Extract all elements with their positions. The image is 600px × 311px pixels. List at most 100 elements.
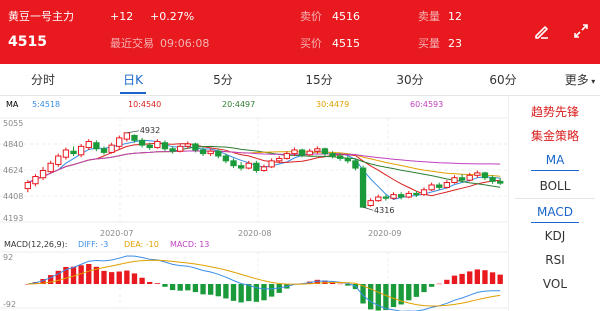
candle-body bbox=[39, 169, 47, 179]
chart-grid bbox=[0, 117, 508, 309]
indicator-kdj[interactable]: KDJ bbox=[509, 228, 600, 244]
candle-body bbox=[24, 182, 31, 190]
chevron-down-icon: ▾ bbox=[588, 77, 596, 86]
candle-body bbox=[123, 132, 131, 140]
candle-body bbox=[474, 172, 481, 176]
tab-more-label: 更多 bbox=[564, 73, 589, 87]
macd-bar bbox=[436, 283, 442, 285]
candle-body bbox=[397, 194, 405, 198]
candle-body bbox=[382, 196, 390, 199]
candle-body bbox=[298, 149, 306, 156]
candle-body bbox=[428, 184, 435, 191]
candle-body bbox=[146, 144, 153, 149]
indicator-boll[interactable]: BOLL bbox=[509, 178, 600, 194]
strategy-trend-pioneer[interactable]: 趋势先锋 bbox=[509, 104, 600, 120]
macd-bar bbox=[185, 284, 191, 291]
high-marker-label: 4932 bbox=[140, 126, 160, 135]
candle-body bbox=[337, 155, 344, 159]
candle-body bbox=[230, 160, 237, 167]
macd-bar bbox=[131, 273, 138, 284]
last-price: 4515 bbox=[8, 34, 47, 50]
macd-legend-title: MACD(12,26,9): bbox=[4, 240, 68, 249]
macd-bar bbox=[192, 284, 199, 293]
macd-y-tick-label: -92 bbox=[3, 300, 16, 309]
indicator-vol[interactable]: VOL bbox=[509, 276, 600, 292]
y-tick-label: 4193 bbox=[3, 214, 23, 223]
macd-bar bbox=[246, 284, 252, 302]
macd-bar bbox=[215, 284, 221, 297]
macd-bar bbox=[497, 274, 503, 284]
last-trade-time: 09:06:08 bbox=[160, 37, 210, 50]
macd-bar bbox=[154, 283, 160, 284]
macd-bar bbox=[86, 263, 92, 284]
candle-body bbox=[154, 141, 161, 149]
candle-body bbox=[116, 137, 123, 147]
candle-body bbox=[497, 180, 504, 184]
sell-volume-label: 卖量 bbox=[418, 10, 440, 23]
macd-bar bbox=[421, 284, 427, 293]
candle-body bbox=[314, 148, 321, 152]
tab-daily-k[interactable]: 日K bbox=[108, 72, 158, 88]
tab-more[interactable]: 更多 ▾ bbox=[555, 72, 600, 90]
candle-body bbox=[260, 166, 268, 171]
low-marker-label: 4316 bbox=[374, 206, 394, 215]
candle-body bbox=[245, 162, 252, 169]
candle-body bbox=[276, 157, 283, 162]
candle-body bbox=[253, 162, 260, 171]
macd-bar bbox=[208, 284, 214, 295]
macd-bar bbox=[406, 284, 412, 301]
active-tab-indicator bbox=[120, 92, 146, 94]
macd-bar bbox=[261, 284, 267, 301]
indicator-rsi[interactable]: RSI bbox=[509, 252, 600, 268]
candle-body bbox=[215, 150, 222, 157]
candle-body bbox=[359, 167, 367, 208]
candle-body bbox=[268, 160, 275, 168]
x-tick-label: 2020-08 bbox=[238, 229, 271, 238]
macd-bar bbox=[489, 272, 496, 284]
candle-body bbox=[443, 182, 451, 188]
macd-bar bbox=[108, 272, 115, 284]
macd-bar bbox=[467, 271, 473, 284]
candle-body bbox=[77, 145, 85, 156]
expand-arrows-icon[interactable] bbox=[572, 22, 590, 40]
candle-body bbox=[329, 153, 336, 157]
strategy-gold-collect[interactable]: 集金策略 bbox=[509, 128, 600, 144]
quote-header: 黄豆一号主力 +12 +0.27% 4515 最近交易 09:06:08 卖价 … bbox=[0, 0, 600, 64]
ma20-value: 20:4497 bbox=[222, 100, 256, 109]
side-divider bbox=[515, 198, 595, 199]
candle-body bbox=[489, 177, 496, 182]
candle-body bbox=[108, 144, 115, 153]
tab-5min[interactable]: 5分 bbox=[198, 72, 248, 88]
sell-price-label: 卖价 bbox=[300, 10, 322, 23]
kline-chart[interactable]: 5055 4840 4624 4408 4193 2020-07 2020-08 2020-0… bbox=[0, 112, 508, 311]
indicator-ma[interactable]: MA bbox=[509, 152, 600, 168]
candle-body bbox=[93, 142, 100, 150]
candle-body bbox=[367, 200, 374, 206]
tab-intraday[interactable]: 分时 bbox=[18, 72, 68, 88]
macd-bar bbox=[169, 284, 176, 291]
ma10-value: 10:4540 bbox=[128, 100, 162, 109]
buy-price-label: 买价 bbox=[300, 37, 322, 50]
last-trade-label: 最近交易 bbox=[110, 37, 154, 50]
macd-bar bbox=[268, 284, 275, 297]
buy-volume: 23 bbox=[448, 37, 462, 50]
candle-body bbox=[192, 143, 199, 151]
macd-bar bbox=[147, 281, 153, 284]
macd-y-tick-label: 92 bbox=[3, 253, 13, 262]
tab-60min[interactable]: 60分 bbox=[478, 72, 528, 88]
candle-body bbox=[451, 177, 458, 184]
period-tabs: 分时 日K 5分 15分 30分 60分 更多 ▾ bbox=[0, 64, 600, 96]
candle-body bbox=[138, 139, 146, 146]
macd-bar bbox=[482, 270, 488, 284]
macd-bar bbox=[444, 279, 450, 284]
macd-bar bbox=[390, 284, 397, 308]
candle-body bbox=[62, 149, 70, 158]
candle-body bbox=[55, 155, 62, 165]
pen-draw-icon[interactable] bbox=[533, 22, 551, 40]
indicator-macd[interactable]: MACD bbox=[509, 204, 600, 220]
tab-15min[interactable]: 15分 bbox=[294, 72, 344, 88]
candle-body bbox=[481, 172, 489, 179]
candle-body bbox=[405, 192, 412, 198]
tab-30min[interactable]: 30分 bbox=[385, 72, 435, 88]
macd-bar bbox=[413, 284, 420, 297]
